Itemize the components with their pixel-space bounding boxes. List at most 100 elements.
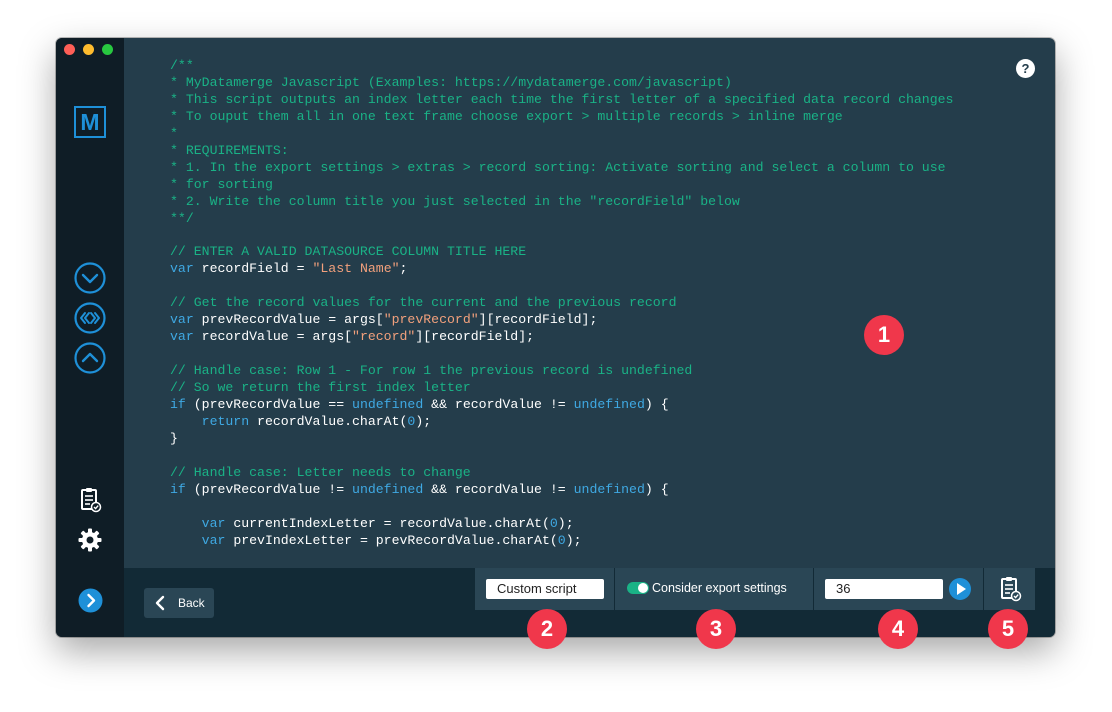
- code-line[interactable]: * 1. In the export settings > extras > r…: [170, 160, 953, 177]
- code-line[interactable]: **/: [170, 211, 953, 228]
- code-line[interactable]: var currentIndexLetter = recordValue.cha…: [170, 516, 953, 533]
- code-token: // Handle case: Row 1 - For row 1 the pr…: [170, 363, 693, 379]
- script-editor[interactable]: /** * MyDatamerge Javascript (Examples: h…: [124, 38, 1055, 568]
- code-token: * REQUIREMENTS:: [170, 142, 289, 158]
- double-chevron-circle-icon[interactable]: [73, 301, 107, 335]
- code-line[interactable]: // So we return the first index letter: [170, 380, 953, 397]
- clipboard-check-icon[interactable]: [996, 575, 1024, 603]
- code-token: "prevRecord": [383, 312, 479, 328]
- code-line[interactable]: // Handle case: Letter needs to change: [170, 465, 953, 482]
- code-token: /**: [170, 58, 194, 73]
- code-token: * for sorting: [170, 176, 273, 192]
- code-token: var: [170, 261, 194, 277]
- code-token: if: [170, 397, 186, 413]
- gear-icon[interactable]: [76, 526, 104, 554]
- code-token: * MyDatamerge Javascript (Examples: http…: [170, 74, 732, 90]
- code-line[interactable]: var prevRecordValue = args["prevRecord"]…: [170, 312, 953, 329]
- code-token: **/: [170, 210, 194, 226]
- code-token: *: [170, 125, 178, 141]
- record-preview-panel: 36: [814, 568, 983, 610]
- code-line[interactable]: * To ouput them all in one text frame ch…: [170, 109, 953, 126]
- code-token: );: [565, 532, 582, 548]
- annotation-badge-1: 1: [864, 315, 904, 355]
- code-token: "record": [352, 329, 416, 345]
- code-line[interactable]: ​: [170, 499, 953, 516]
- code-token: (prevRecordValue !=: [185, 481, 353, 497]
- back-button[interactable]: Back: [144, 588, 214, 618]
- code-line[interactable]: if (prevRecordValue != undefined && reco…: [170, 482, 953, 499]
- code-line[interactable]: * This script outputs an index letter ea…: [170, 92, 953, 109]
- code-line[interactable]: // Handle case: Row 1 - For row 1 the pr…: [170, 363, 953, 380]
- code-token: ) {: [644, 397, 669, 413]
- code-line[interactable]: // ENTER A VALID DATASOURCE COLUMN TITLE…: [170, 244, 953, 261]
- chevron-right-circle-icon[interactable]: [78, 588, 103, 613]
- code-token: if: [170, 481, 186, 497]
- code-token: "Last Name": [312, 261, 400, 277]
- window-controls: [64, 44, 113, 55]
- code-token: 0: [549, 515, 558, 531]
- clipboard-check-icon[interactable]: [76, 486, 104, 514]
- clipboard-panel: [984, 568, 1035, 610]
- code-line[interactable]: ​: [170, 448, 953, 465]
- code-line[interactable]: var prevIndexLetter = prevRecordValue.ch…: [170, 533, 953, 550]
- code-token: prevIndexLetter = prevRecordValue.charAt…: [225, 532, 558, 548]
- code-token: undefined: [352, 397, 424, 413]
- code-token: recordValue.charAt(: [249, 414, 408, 430]
- chevron-left-icon: [155, 595, 165, 611]
- script-select[interactable]: Custom script: [486, 579, 604, 599]
- annotation-badge-4: 4: [878, 609, 918, 649]
- app-logo: M: [74, 106, 106, 138]
- code-token: var: [170, 329, 194, 345]
- code-token: // Get the record values for the current…: [170, 295, 677, 311]
- code-line[interactable]: * MyDatamerge Javascript (Examples: http…: [170, 75, 953, 92]
- code-token: * 2. Write the column title you just sel…: [170, 193, 740, 209]
- code-line[interactable]: /**: [170, 58, 953, 75]
- code-line[interactable]: *: [170, 126, 953, 143]
- code-line[interactable]: * for sorting: [170, 177, 953, 194]
- annotation-badge-5: 5: [988, 609, 1028, 649]
- code-line[interactable]: var recordField = "Last Name";: [170, 261, 953, 278]
- sidebar: M: [56, 38, 124, 637]
- code-token: && recordValue !=: [423, 481, 574, 497]
- code-token: }: [170, 430, 178, 446]
- chevron-down-circle-icon[interactable]: [73, 261, 107, 295]
- consider-export-toggle[interactable]: [627, 582, 649, 594]
- script-select-panel: Custom script: [475, 568, 614, 610]
- play-icon[interactable]: [949, 578, 971, 600]
- code-area[interactable]: /** * MyDatamerge Javascript (Examples: h…: [170, 58, 953, 550]
- code-line[interactable]: ​: [170, 346, 953, 363]
- code-token: prevRecordValue = args[: [193, 312, 384, 328]
- consider-export-panel: Consider export settings: [615, 568, 813, 610]
- code-token: // So we return the first index letter: [170, 380, 471, 396]
- code-token: // Handle case: Letter needs to change: [170, 464, 471, 480]
- zoom-window-button[interactable]: [102, 44, 113, 55]
- app-window: M /** * MyDatamerge Javascript (Examples…: [56, 38, 1055, 637]
- code-line[interactable]: * 2. Write the column title you just sel…: [170, 194, 953, 211]
- code-token: var: [170, 312, 194, 328]
- code-line[interactable]: var recordValue = args["record"][recordF…: [170, 329, 953, 346]
- code-token: * 1. In the export settings > extras > r…: [170, 159, 946, 175]
- chevron-up-circle-icon[interactable]: [73, 341, 107, 375]
- code-token: * This script outputs an index letter ea…: [170, 91, 954, 107]
- code-line[interactable]: return recordValue.charAt(0);: [170, 414, 953, 431]
- code-token: var: [201, 515, 226, 531]
- code-line[interactable]: ​: [170, 278, 953, 295]
- code-token: undefined: [573, 397, 645, 413]
- code-token: (prevRecordValue ==: [185, 397, 353, 413]
- code-line[interactable]: * REQUIREMENTS:: [170, 143, 953, 160]
- minimize-window-button[interactable]: [83, 44, 94, 55]
- record-number-input[interactable]: 36: [825, 579, 943, 599]
- code-token: && recordValue !=: [423, 397, 574, 413]
- code-line[interactable]: // Get the record values for the current…: [170, 295, 953, 312]
- code-line[interactable]: if (prevRecordValue == undefined && reco…: [170, 397, 953, 414]
- code-token: ][recordField];: [478, 312, 598, 328]
- code-line[interactable]: ​: [170, 228, 953, 245]
- code-line[interactable]: }: [170, 431, 953, 448]
- close-window-button[interactable]: [64, 44, 75, 55]
- help-button[interactable]: ?: [1016, 59, 1035, 78]
- annotation-badge-3: 3: [696, 609, 736, 649]
- code-token: recordValue = args[: [193, 329, 353, 345]
